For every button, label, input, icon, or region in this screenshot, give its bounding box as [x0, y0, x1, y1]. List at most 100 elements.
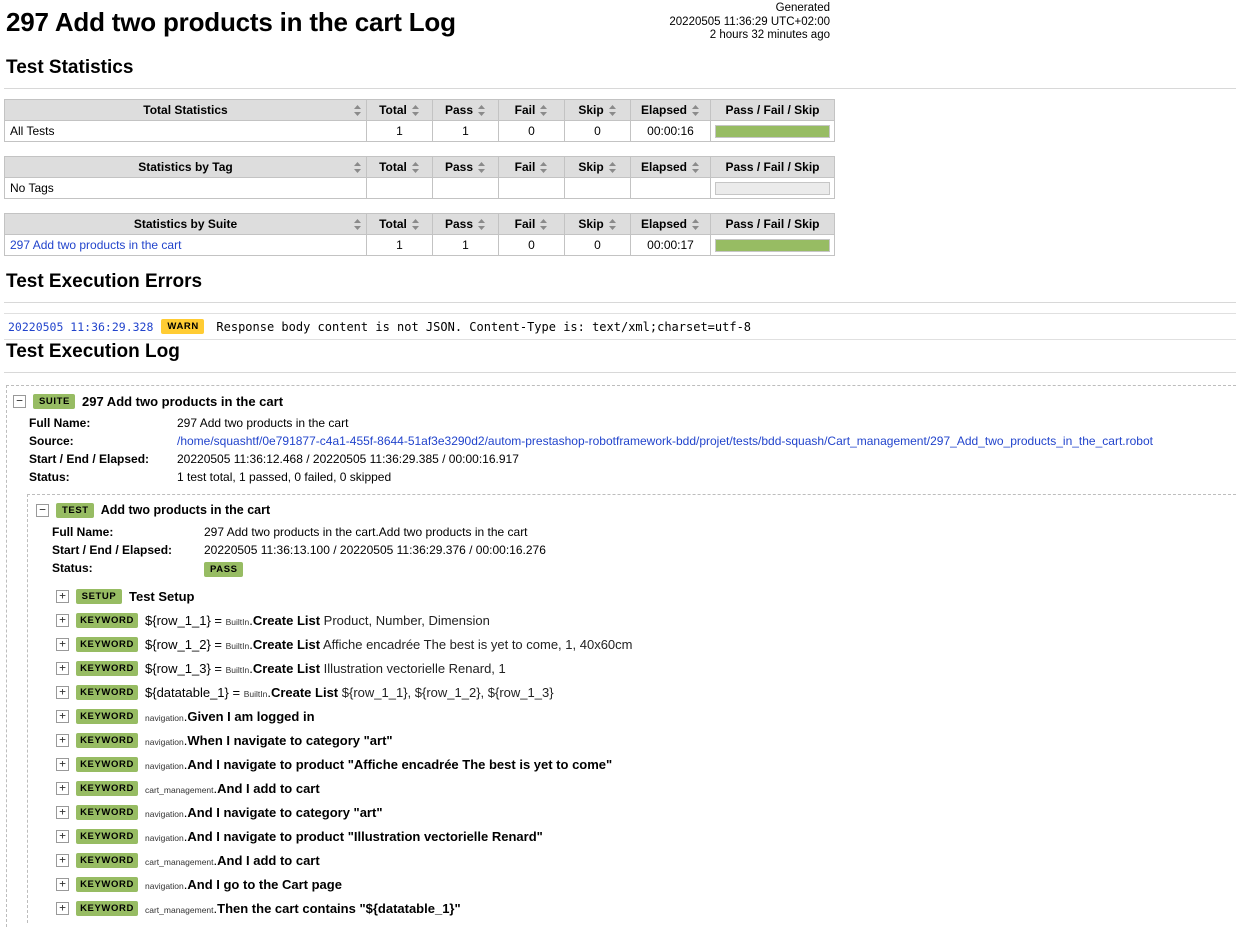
- metadata-value: 1 test total, 1 passed, 0 failed, 0 skip…: [177, 468, 1153, 486]
- stats-column-header-label: Pass: [445, 103, 473, 117]
- keyword-expand-toggle[interactable]: +: [56, 758, 69, 771]
- stats-column-header-fail[interactable]: Fail: [499, 100, 565, 121]
- keyword-row[interactable]: +KEYWORD${row_1_3} = BuiltIn.Create List…: [56, 657, 1236, 681]
- keyword-badge: KEYWORD: [76, 709, 138, 724]
- keyword-row[interactable]: +KEYWORD${row_1_2} = BuiltIn.Create List…: [56, 633, 1236, 657]
- keyword-row[interactable]: +KEYWORDcart_management.And I add to car…: [56, 849, 1236, 873]
- stats-column-header-skip[interactable]: Skip: [565, 100, 631, 121]
- metadata-value: 20220505 11:36:13.100 / 20220505 11:36:2…: [204, 541, 546, 559]
- keyword-badge: KEYWORD: [76, 733, 138, 748]
- pass-bar-fill: [716, 126, 829, 137]
- stats-column-header-pass[interactable]: Pass: [433, 100, 499, 121]
- statistics-cell-elapsed: 00:00:16: [631, 121, 711, 142]
- stats-column-header-fail[interactable]: Fail: [499, 214, 565, 235]
- keyword-toggle-glyph: +: [59, 805, 66, 818]
- suite-node: − SUITE 297 Add two products in the cart…: [6, 385, 1236, 926]
- keyword-row[interactable]: +KEYWORDcart_management.And I add to car…: [56, 777, 1236, 801]
- stats-column-header-label: Total: [379, 160, 407, 174]
- stats-column-header-elapsed[interactable]: Elapsed: [631, 100, 711, 121]
- keyword-expand-toggle[interactable]: +: [56, 806, 69, 819]
- keyword-text: navigation.And I navigate to product "Af…: [145, 757, 612, 772]
- stats-column-header-skip[interactable]: Skip: [565, 157, 631, 178]
- sort-icon: [608, 219, 617, 230]
- test-collapse-toggle[interactable]: −: [36, 504, 49, 517]
- metadata-label: Status:: [52, 559, 204, 578]
- keyword-toggle-glyph: +: [59, 685, 66, 698]
- stats-column-header-elapsed[interactable]: Elapsed: [631, 214, 711, 235]
- statistics-row: No Tags: [5, 178, 835, 199]
- test-node-header[interactable]: − TEST Add two products in the cart: [36, 501, 1236, 519]
- keyword-expand-toggle[interactable]: +: [56, 854, 69, 867]
- keyword-library: BuiltIn: [226, 617, 250, 627]
- keyword-row[interactable]: +KEYWORDnavigation.And I navigate to pro…: [56, 825, 1236, 849]
- keyword-expand-toggle[interactable]: +: [56, 782, 69, 795]
- stats-column-header-label: Pass / Fail / Skip: [725, 217, 819, 231]
- keyword-row[interactable]: + KEYWORD navigation.And I navigate to cat…: [56, 801, 1236, 825]
- statistics-row-name[interactable]: 297 Add two products in the cart: [5, 235, 367, 256]
- stats-column-header-total[interactable]: Total: [367, 100, 433, 121]
- keyword-row[interactable]: +KEYWORDnavigation.When I navigate to ca…: [56, 729, 1236, 753]
- keyword-assignment: ${row_1_3} =: [145, 661, 226, 676]
- keyword-row[interactable]: +KEYWORD${datatable_1} = BuiltIn.Create …: [56, 681, 1236, 705]
- suite-stat-link[interactable]: 297 Add two products in the cart: [10, 238, 181, 252]
- keyword-library: navigation: [145, 737, 184, 747]
- keyword-text: cart_management.And I add to cart: [145, 781, 320, 796]
- stats-column-header-total[interactable]: Total: [367, 214, 433, 235]
- stats-column-header-pass[interactable]: Pass: [433, 214, 499, 235]
- keyword-expand-toggle[interactable]: +: [56, 902, 69, 915]
- keyword-text: navigation.And I navigate to product "Il…: [145, 829, 543, 844]
- stats-column-header-skip[interactable]: Skip: [565, 214, 631, 235]
- test-name: Add two products in the cart: [101, 503, 270, 517]
- keyword-text: navigation.And I navigate to category "a…: [145, 805, 382, 820]
- suite-node-header[interactable]: − SUITE 297 Add two products in the cart: [13, 392, 1236, 410]
- keyword-badge: KEYWORD: [76, 877, 138, 892]
- stats-column-header-elapsed[interactable]: Elapsed: [631, 157, 711, 178]
- stats-column-header-label: Pass / Fail / Skip: [725, 103, 819, 117]
- statistics-tables: Total StatisticsTotalPassFailSkipElapsed…: [4, 99, 1236, 256]
- stats-column-header-name[interactable]: Statistics by Suite: [5, 214, 367, 235]
- keyword-row[interactable]: +KEYWORDcart_management.Then the cart co…: [56, 897, 1236, 921]
- source-path-link[interactable]: /home/squashtf/0e791877-c4a1-455f-8644-5…: [177, 434, 1153, 448]
- error-timestamp[interactable]: 20220505 11:36:29.328: [4, 314, 157, 340]
- keyword-name: Create List: [253, 613, 320, 628]
- setup-badge: SETUP: [76, 589, 122, 604]
- keyword-toggle-glyph: +: [59, 733, 66, 746]
- stats-column-header-name[interactable]: Total Statistics: [5, 100, 367, 121]
- keyword-toggle-glyph: +: [59, 637, 66, 650]
- keyword-toggle-glyph: +: [59, 853, 66, 866]
- keyword-row[interactable]: +KEYWORDnavigation.And I go to the Cart …: [56, 873, 1236, 897]
- keyword-expand-toggle[interactable]: +: [56, 638, 69, 651]
- statistics-cell-total: 1: [367, 121, 433, 142]
- suite-collapse-toggle[interactable]: −: [13, 395, 26, 408]
- keyword-expand-toggle[interactable]: +: [56, 878, 69, 891]
- keyword-expand-toggle[interactable]: +: [56, 830, 69, 843]
- keyword-expand-toggle[interactable]: +: [56, 710, 69, 723]
- statistics-table-2: Statistics by Tag Total PassFailSkipElapse…: [4, 156, 835, 199]
- keyword-row[interactable]: +KEYWORDnavigation.And I navigate to pro…: [56, 753, 1236, 777]
- keyword-badge: KEYWORD: [76, 805, 138, 820]
- metadata-value[interactable]: /home/squashtf/0e791877-c4a1-455f-8644-5…: [177, 432, 1153, 450]
- keyword-row[interactable]: +SETUPTest Setup: [56, 585, 1236, 609]
- stats-column-header-pass[interactable]: Pass: [433, 157, 499, 178]
- page-title: 297 Add two products in the cart Log: [4, 6, 1236, 38]
- stats-column-header-fail[interactable]: Fail: [499, 157, 565, 178]
- keyword-row[interactable]: +KEYWORD${row_1_1} = BuiltIn.Create List…: [56, 609, 1236, 633]
- stats-column-header-label: Elapsed: [641, 103, 687, 117]
- metadata-label: Full Name:: [29, 414, 177, 432]
- keyword-expand-toggle[interactable]: +: [56, 662, 69, 675]
- statistics-cell-elapsed: 00:00:17: [631, 235, 711, 256]
- keyword-row[interactable]: +KEYWORDnavigation.Given I am logged in: [56, 705, 1236, 729]
- statistics-row-name: No Tags: [5, 178, 367, 199]
- statistics-table-1: Total StatisticsTotal Pass Fail Skip Elapsed…: [4, 99, 835, 142]
- keyword-badge: KEYWORD: [76, 853, 138, 868]
- keyword-expand-toggle[interactable]: +: [56, 734, 69, 747]
- statistics-row: All Tests110000:00:16: [5, 121, 835, 142]
- stats-column-header-total[interactable]: Total: [367, 157, 433, 178]
- keyword-expand-toggle[interactable]: +: [56, 590, 69, 603]
- keyword-expand-toggle[interactable]: +: [56, 686, 69, 699]
- stats-column-header-name[interactable]: Statistics by Tag: [5, 157, 367, 178]
- keyword-expand-toggle[interactable]: +: [56, 614, 69, 627]
- generated-timestamp: 20220505 11:36:29 UTC+02:00: [669, 16, 830, 30]
- statistics-row-name: All Tests: [5, 121, 367, 142]
- stats-column-header-label: Skip: [578, 103, 603, 117]
